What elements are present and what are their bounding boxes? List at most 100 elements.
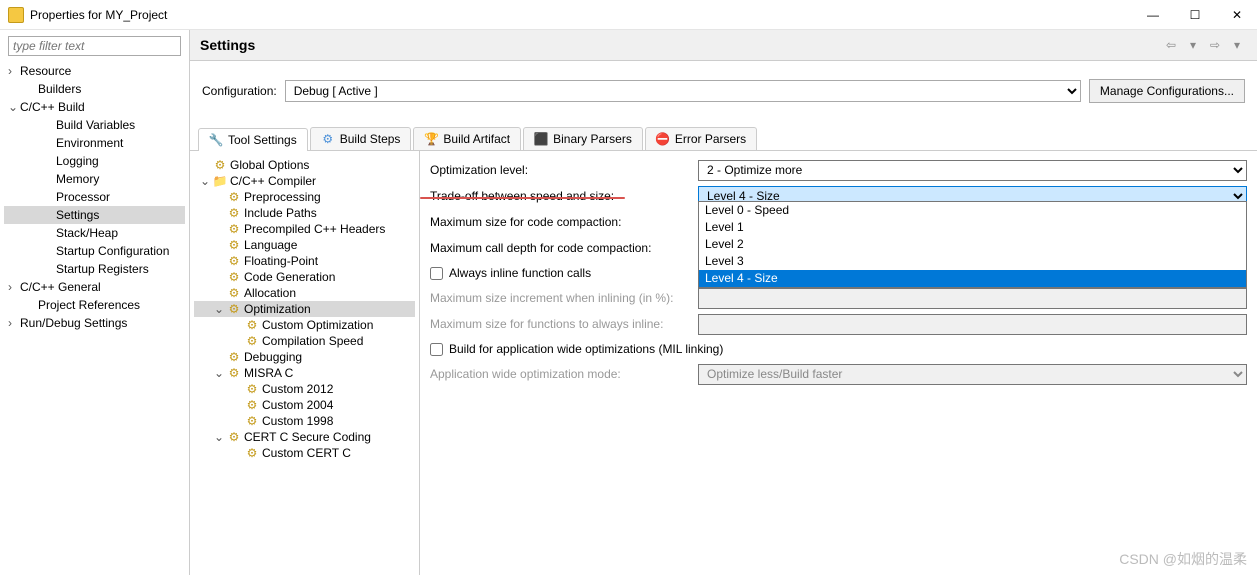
- sidebar-item-project-references[interactable]: Project References: [4, 296, 185, 314]
- sidebar-item-stack-heap[interactable]: Stack/Heap: [4, 224, 185, 242]
- tool-tree-item-optimization[interactable]: ⌄⚙ Optimization: [194, 301, 415, 317]
- sidebar-item-resource[interactable]: ›Resource: [4, 62, 185, 80]
- app-icon: [8, 7, 24, 23]
- tool-tree-item-custom-cert-c[interactable]: ⚙ Custom CERT C: [194, 445, 415, 461]
- gear-icon: ⚙: [227, 206, 241, 220]
- max-inline-increment-input: [698, 288, 1247, 309]
- tab-build-steps[interactable]: ⚙Build Steps: [310, 127, 412, 150]
- sidebar-item-c-c-general[interactable]: ›C/C++ General: [4, 278, 185, 296]
- tab-build-artifact[interactable]: 🏆Build Artifact: [413, 127, 521, 150]
- tradeoff-option-0[interactable]: Level 0 - Speed: [699, 202, 1246, 219]
- tool-tree-item-misra-c[interactable]: ⌄⚙ MISRA C: [194, 365, 415, 381]
- tool-tree-item-floating-point[interactable]: ⚙ Floating-Point: [194, 253, 415, 269]
- content-header: Settings ⇦ ▾ ⇨ ▾: [190, 30, 1257, 61]
- close-button[interactable]: ✕: [1225, 3, 1249, 27]
- tradeoff-dropdown-list[interactable]: Level 0 - SpeedLevel 1Level 2Level 3Leve…: [698, 201, 1247, 288]
- sidebar-item-run-debug-settings[interactable]: ›Run/Debug Settings: [4, 314, 185, 332]
- sidebar: ›ResourceBuilders⌄C/C++ BuildBuild Varia…: [0, 30, 190, 575]
- tool-tree-item-c-c-compiler[interactable]: ⌄📁 C/C++ Compiler: [194, 173, 415, 189]
- tool-tree-item-precompiled-c-headers[interactable]: ⚙ Precompiled C++ Headers: [194, 221, 415, 237]
- sidebar-item-environment[interactable]: Environment: [4, 134, 185, 152]
- gear-icon: ⚙: [245, 446, 259, 460]
- sidebar-item-c-c-build[interactable]: ⌄C/C++ Build: [4, 98, 185, 116]
- tab-tool-settings[interactable]: 🔧Tool Settings: [198, 128, 308, 151]
- max-inline-function-label: Maximum size for functions to always inl…: [430, 317, 690, 331]
- forward-dropdown-icon[interactable]: ▾: [1227, 36, 1247, 54]
- sidebar-item-logging[interactable]: Logging: [4, 152, 185, 170]
- sidebar-item-memory[interactable]: Memory: [4, 170, 185, 188]
- tool-icon: 🔧: [209, 133, 223, 147]
- always-inline-label: Always inline function calls: [449, 266, 591, 280]
- filter-input[interactable]: [8, 36, 181, 56]
- tool-tree-item-code-generation[interactable]: ⚙ Code Generation: [194, 269, 415, 285]
- back-dropdown-icon[interactable]: ▾: [1183, 36, 1203, 54]
- forward-arrow-icon[interactable]: ⇨: [1205, 36, 1225, 54]
- back-arrow-icon[interactable]: ⇦: [1161, 36, 1181, 54]
- build-mil-label: Build for application wide optimizations…: [449, 342, 723, 356]
- sidebar-item-builders[interactable]: Builders: [4, 80, 185, 98]
- optimization-level-select[interactable]: 2 - Optimize more: [698, 160, 1247, 181]
- tool-tree-item-compilation-speed[interactable]: ⚙ Compilation Speed: [194, 333, 415, 349]
- sidebar-tree: ›ResourceBuilders⌄C/C++ BuildBuild Varia…: [4, 62, 185, 332]
- build-mil-checkbox[interactable]: [430, 343, 443, 356]
- tradeoff-option-1[interactable]: Level 1: [699, 219, 1246, 236]
- tool-tree-item-cert-c-secure-coding[interactable]: ⌄⚙ CERT C Secure Coding: [194, 429, 415, 445]
- sidebar-item-startup-registers[interactable]: Startup Registers: [4, 260, 185, 278]
- titlebar: Properties for MY_Project — ☐ ✕: [0, 0, 1257, 30]
- tradeoff-option-2[interactable]: Level 2: [699, 236, 1246, 253]
- gear-icon: ⚙: [213, 158, 227, 172]
- tab-strip: 🔧Tool Settings⚙Build Steps🏆Build Artifac…: [190, 127, 1257, 151]
- watermark: CSDN @如烟的温柔: [1119, 549, 1247, 569]
- gear-icon: ⚙: [245, 334, 259, 348]
- artifact-icon: 🏆: [424, 132, 438, 146]
- gear-icon: ⚙: [227, 350, 241, 364]
- error-icon: ⛔: [656, 132, 670, 146]
- gear-icon: ⚙: [227, 302, 241, 316]
- tool-tree-item-language[interactable]: ⚙ Language: [194, 237, 415, 253]
- max-size-compaction-label: Maximum size for code compaction:: [430, 215, 690, 229]
- page-title: Settings: [200, 37, 1161, 53]
- sidebar-item-startup-configuration[interactable]: Startup Configuration: [4, 242, 185, 260]
- tool-tree-item-debugging[interactable]: ⚙ Debugging: [194, 349, 415, 365]
- sidebar-item-processor[interactable]: Processor: [4, 188, 185, 206]
- tab-binary-parsers[interactable]: ⬛Binary Parsers: [523, 127, 643, 150]
- tool-tree-item-custom-2012[interactable]: ⚙ Custom 2012: [194, 381, 415, 397]
- configuration-select[interactable]: Debug [ Active ]: [285, 80, 1081, 102]
- tradeoff-option-3[interactable]: Level 3: [699, 253, 1246, 270]
- tab-error-parsers[interactable]: ⛔Error Parsers: [645, 127, 757, 150]
- tool-tree-item-custom-optimization[interactable]: ⚙ Custom Optimization: [194, 317, 415, 333]
- sidebar-item-settings[interactable]: Settings: [4, 206, 185, 224]
- tradeoff-label: Trade-off between speed and size:: [430, 189, 690, 203]
- max-inline-increment-label: Maximum size increment when inlining (in…: [430, 291, 690, 305]
- gear-icon: ⚙: [227, 430, 241, 444]
- tool-tree-item-global-options[interactable]: ⚙ Global Options: [194, 157, 415, 173]
- steps-icon: ⚙: [321, 132, 335, 146]
- window-controls: — ☐ ✕: [1141, 3, 1249, 27]
- gear-icon: ⚙: [227, 222, 241, 236]
- folder-icon: 📁: [213, 174, 227, 188]
- gear-icon: ⚙: [245, 318, 259, 332]
- tradeoff-option-4[interactable]: Level 4 - Size: [699, 270, 1246, 287]
- manage-configurations-button[interactable]: Manage Configurations...: [1089, 79, 1245, 103]
- gear-icon: ⚙: [227, 286, 241, 300]
- minimize-button[interactable]: —: [1141, 3, 1165, 27]
- max-inline-function-input: [698, 314, 1247, 335]
- tool-tree-item-include-paths[interactable]: ⚙ Include Paths: [194, 205, 415, 221]
- optimization-form: Optimization level: 2 - Optimize more Tr…: [420, 151, 1257, 575]
- configuration-row: Configuration: Debug [ Active ] Manage C…: [190, 61, 1257, 121]
- tool-tree-item-allocation[interactable]: ⚙ Allocation: [194, 285, 415, 301]
- gear-icon: ⚙: [245, 414, 259, 428]
- maximize-button[interactable]: ☐: [1183, 3, 1207, 27]
- always-inline-checkbox[interactable]: [430, 267, 443, 280]
- binary-icon: ⬛: [534, 132, 548, 146]
- tool-tree-item-custom-2004[interactable]: ⚙ Custom 2004: [194, 397, 415, 413]
- tool-tree-item-preprocessing[interactable]: ⚙ Preprocessing: [194, 189, 415, 205]
- gear-icon: ⚙: [227, 238, 241, 252]
- app-wide-mode-label: Application wide optimization mode:: [430, 367, 690, 381]
- tool-settings-tree: ⚙ Global Options⌄📁 C/C++ Compiler⚙ Prepr…: [190, 151, 420, 575]
- sidebar-item-build-variables[interactable]: Build Variables: [4, 116, 185, 134]
- gear-icon: ⚙: [227, 270, 241, 284]
- optimization-level-label: Optimization level:: [430, 163, 690, 177]
- tool-tree-item-custom-1998[interactable]: ⚙ Custom 1998: [194, 413, 415, 429]
- window-title: Properties for MY_Project: [30, 8, 1141, 22]
